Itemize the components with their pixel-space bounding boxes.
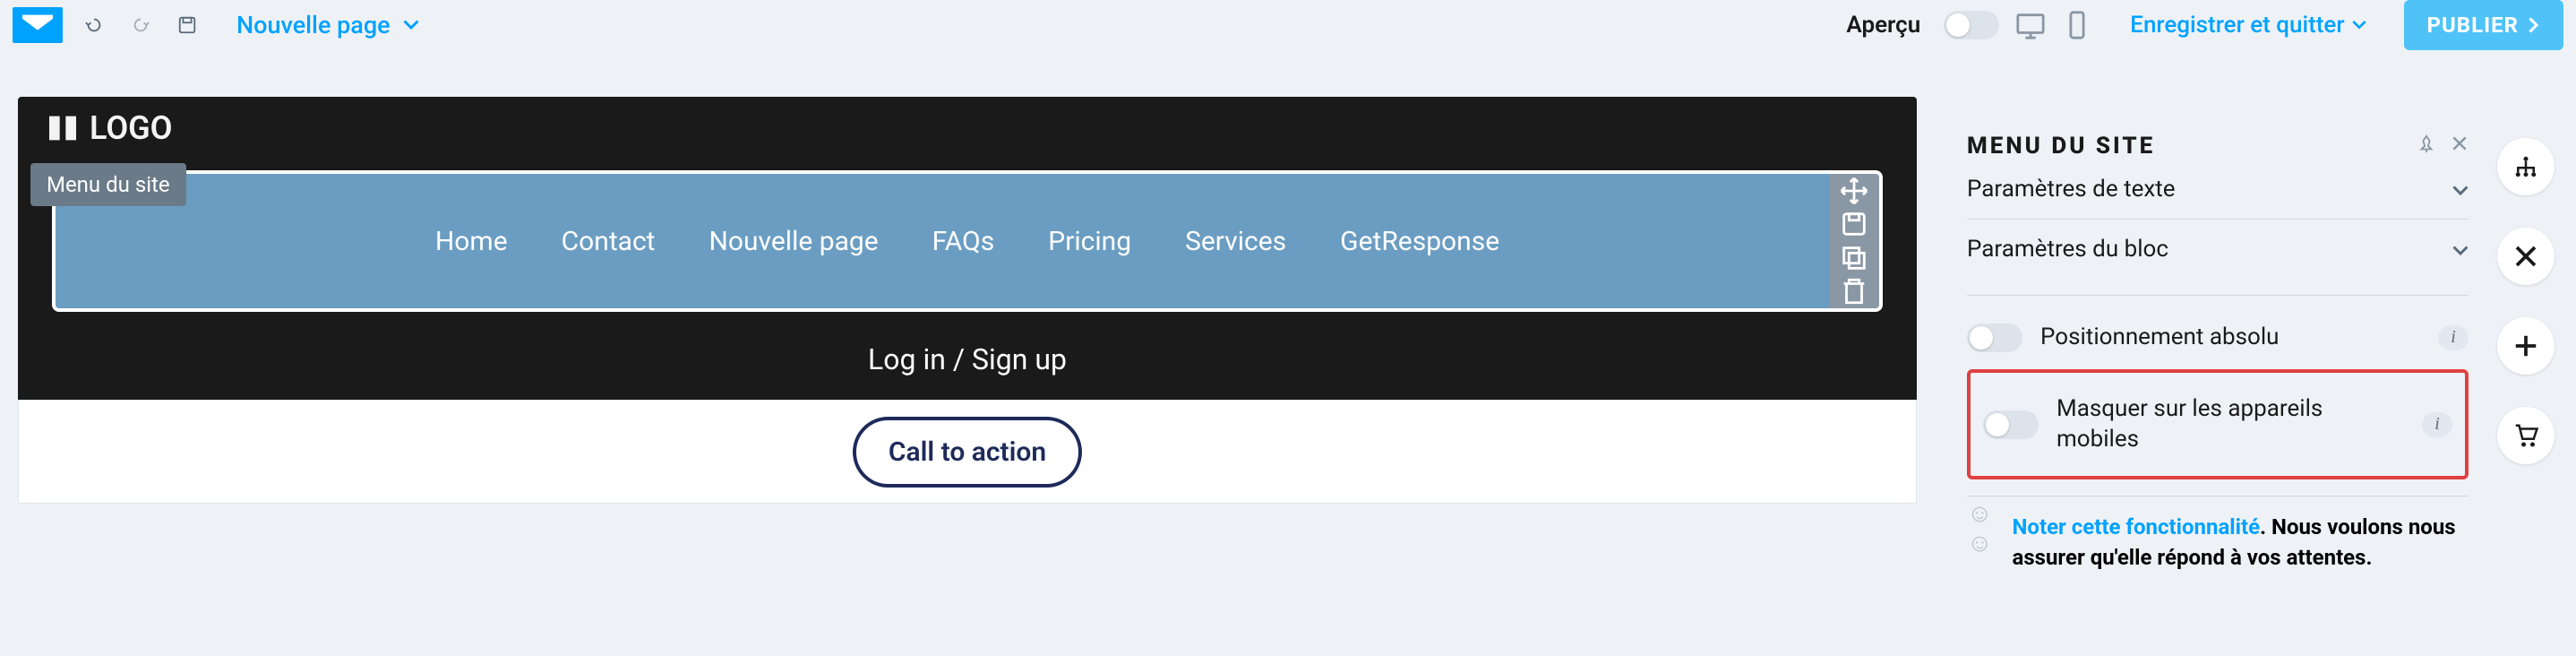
chevron-down-icon — [403, 20, 419, 30]
element-tooltip: Menu du site — [30, 163, 186, 206]
nav-item-home[interactable]: Home — [435, 226, 508, 257]
close-rail-button[interactable] — [2497, 228, 2555, 285]
cta-button[interactable]: Call to action — [853, 417, 1082, 488]
app-logo[interactable] — [13, 7, 63, 43]
text-settings-label: Paramètres de texte — [1967, 176, 2176, 203]
chevron-down-icon — [2452, 176, 2469, 203]
add-element-button[interactable] — [2497, 317, 2555, 375]
site-brand[interactable]: LOGO — [45, 109, 1890, 147]
mobile-view-button[interactable] — [2062, 10, 2092, 40]
redo-button[interactable] — [125, 10, 156, 40]
duplicate-block-button[interactable] — [1839, 243, 1869, 273]
nav-item-getresponse[interactable]: GetResponse — [1340, 226, 1499, 257]
mobile-icon — [2062, 10, 2092, 40]
preview-toggle[interactable] — [1944, 11, 1999, 39]
rate-feature-link[interactable]: Noter cette fonctionnalité — [2012, 514, 2260, 539]
absolute-position-row: Positionnement absolu i — [1967, 312, 2469, 364]
hide-mobile-label: Masquer sur les appareils mobiles — [2057, 394, 2404, 455]
hide-mobile-row: Masquer sur les appareils mobiles i — [1983, 384, 2452, 466]
absolute-position-toggle[interactable] — [1967, 324, 2022, 352]
save-block-button[interactable] — [1839, 209, 1869, 239]
absolute-position-label: Positionnement absolu — [2040, 323, 2420, 353]
save-exit-label: Enregistrer et quitter — [2130, 12, 2344, 39]
login-signup-bar[interactable]: Log in / Sign up — [45, 319, 1890, 400]
rate-feature-row: ☺☺ Noter cette fonctionnalité. Nous voul… — [1967, 513, 2469, 573]
site-menu-block[interactable]: Home Contact Nouvelle page FAQs Pricing … — [52, 170, 1883, 312]
rate-text: Noter cette fonctionnalité. Nous voulons… — [2012, 513, 2469, 573]
login-label: Log in / Sign up — [868, 342, 1067, 376]
page-dropdown[interactable]: Nouvelle page — [236, 11, 419, 39]
hide-mobile-toggle[interactable] — [1983, 410, 2039, 439]
ecommerce-button[interactable] — [2497, 407, 2555, 464]
logo-icon — [45, 110, 81, 146]
publish-button[interactable]: PUBLIER — [2404, 0, 2563, 50]
redo-icon — [131, 15, 150, 35]
close-icon — [2512, 243, 2539, 270]
nav-item-pricing[interactable]: Pricing — [1048, 226, 1131, 257]
undo-button[interactable] — [79, 10, 109, 40]
pin-icon — [2417, 134, 2436, 154]
nav-item-faqs[interactable]: FAQs — [932, 226, 995, 257]
save-button[interactable] — [172, 10, 202, 40]
block-settings-section[interactable]: Paramètres du bloc — [1967, 219, 2469, 279]
info-button[interactable]: i — [2438, 325, 2469, 350]
nav-item-services[interactable]: Services — [1185, 226, 1286, 257]
nav-item-nouvelle-page[interactable]: Nouvelle page — [708, 226, 878, 257]
right-tool-rail — [2490, 138, 2562, 464]
plus-icon — [2512, 332, 2539, 359]
panel-title: MENU DU SITE — [1967, 133, 2155, 160]
desktop-view-button[interactable] — [2015, 10, 2046, 40]
chevron-right-icon — [2528, 17, 2540, 33]
cart-icon — [2512, 422, 2539, 449]
trash-icon — [1839, 276, 1869, 306]
preview-label: Aperçu — [1846, 12, 1920, 39]
topbar: Nouvelle page Aperçu Enregistrer et quit… — [0, 0, 2576, 50]
chevron-down-icon — [2452, 236, 2469, 263]
move-block-button[interactable] — [1839, 176, 1869, 206]
pin-panel-button[interactable] — [2417, 134, 2436, 158]
close-icon — [2451, 134, 2469, 152]
sitemap-icon — [2512, 153, 2539, 180]
brand-text: LOGO — [90, 109, 173, 147]
desktop-icon — [2015, 10, 2046, 40]
site-header-section[interactable]: LOGO Menu du site Home Contact Nouvelle … — [18, 97, 1917, 400]
page-dropdown-label: Nouvelle page — [236, 11, 391, 39]
move-icon — [1839, 176, 1869, 206]
cta-label: Call to action — [889, 436, 1046, 468]
undo-icon — [84, 15, 104, 35]
sitemap-button[interactable] — [2497, 138, 2555, 195]
properties-panel: MENU DU SITE Paramètres de texte Paramèt… — [1967, 133, 2469, 574]
text-settings-section[interactable]: Paramètres de texte — [1967, 176, 2469, 219]
save-and-exit-link[interactable]: Enregistrer et quitter — [2130, 12, 2366, 39]
save-icon — [177, 15, 197, 35]
chevron-down-icon — [2352, 20, 2366, 30]
copy-icon — [1839, 243, 1869, 273]
nav-item-contact[interactable]: Contact — [562, 226, 656, 257]
publish-label: PUBLIER — [2427, 13, 2519, 38]
close-panel-button[interactable] — [2451, 134, 2469, 158]
editor-canvas: LOGO Menu du site Home Contact Nouvelle … — [18, 97, 1917, 504]
block-tools — [1829, 174, 1879, 308]
envelope-icon — [22, 14, 53, 36]
rating-faces-icon: ☺☺ — [1967, 513, 1994, 543]
save-icon — [1839, 209, 1869, 239]
highlighted-option: Masquer sur les appareils mobiles i — [1967, 369, 2469, 480]
cta-section[interactable]: Call to action — [18, 400, 1917, 504]
info-button[interactable]: i — [2422, 412, 2452, 437]
block-settings-label: Paramètres du bloc — [1967, 236, 2168, 263]
delete-block-button[interactable] — [1839, 276, 1869, 306]
